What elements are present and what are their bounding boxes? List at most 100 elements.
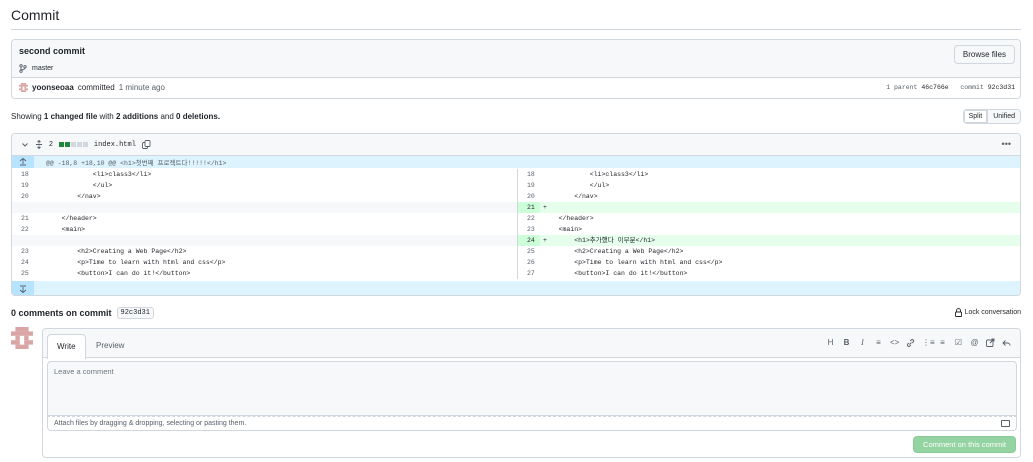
diff-row: 19 </ul> 19 </ul>: [12, 180, 1020, 191]
diff-row: 20 </nav> 20 </nav>: [12, 191, 1020, 202]
code-icon[interactable]: <>: [890, 338, 899, 348]
change-count: 2: [49, 141, 53, 148]
attach-files-bar[interactable]: Attach files by dragging & dropping, sel…: [47, 416, 1017, 431]
author-avatar[interactable]: [19, 83, 28, 92]
diff-row: 21 +: [12, 202, 1020, 213]
expand-down-icon: [19, 285, 27, 294]
user-avatar[interactable]: [11, 327, 33, 349]
diff-file: 2 index.html ••• @@ -18,8 +18,10 @@ <h1>…: [11, 133, 1021, 296]
expand-up-button[interactable]: [12, 156, 34, 168]
hunk-header: @@ -18,8 +18,10 @@ <h1>첫번째 프로젝트다!!!!!</h…: [12, 156, 1020, 168]
left-line-code: <main>: [46, 226, 86, 233]
summary-prefix: Showing: [11, 112, 42, 121]
tab-write[interactable]: Write: [47, 334, 86, 359]
diff-row: 24 + <h1>추가했다 이부분</h1>: [12, 235, 1020, 246]
hunk-footer: [12, 281, 1020, 295]
diff-row: 24 <p>Time to learn with html and css</p…: [12, 257, 1020, 268]
right-line-number[interactable]: 18: [518, 169, 540, 180]
right-line-number[interactable]: 26: [518, 257, 540, 268]
italic-icon[interactable]: I: [858, 338, 867, 348]
unified-view-button[interactable]: Unified: [988, 110, 1020, 123]
diff-right-line: 21 +: [517, 202, 1020, 213]
right-line-number[interactable]: 19: [518, 180, 540, 191]
left-line-number[interactable]: [12, 235, 34, 246]
link-icon[interactable]: [906, 338, 915, 348]
attach-files-hint: Attach files by dragging & dropping, sel…: [54, 420, 247, 427]
comment-commit-sha: 92c3d31: [116, 307, 154, 319]
left-line-number[interactable]: [12, 202, 34, 213]
task-list-icon[interactable]: ☑: [954, 338, 963, 348]
right-line-code: + <h1>추가했다 이부분</h1>: [543, 237, 656, 244]
comment-form-header: Write Preview H B I ≡ <> ⋮≡ ≡ ☑ @: [43, 329, 1020, 359]
right-line-number[interactable]: 21: [518, 202, 540, 213]
expand-all-icon[interactable]: [35, 140, 43, 149]
tab-preview[interactable]: Preview: [87, 334, 133, 359]
deletions-count: 0 deletions.: [176, 112, 221, 121]
right-line-code: <p>Time to learn with html and css</p>: [543, 259, 723, 266]
left-line-number[interactable]: 22: [12, 224, 34, 235]
diff-summary: Showing 1 changed file with 2 additions …: [11, 112, 220, 121]
unordered-list-icon[interactable]: ⋮≡: [922, 338, 935, 348]
diff-left-line: 22 <main>: [12, 224, 517, 235]
diff-right-line: 23 <main>: [517, 224, 1020, 235]
copy-icon[interactable]: [141, 140, 151, 149]
commit-box: second commit master Browse files yoonse…: [11, 39, 1021, 99]
reply-icon[interactable]: [1002, 338, 1011, 348]
commit-action: committed: [77, 83, 115, 92]
branch-name: master: [32, 65, 54, 72]
file-name[interactable]: index.html: [94, 141, 136, 149]
expand-down-button[interactable]: [12, 281, 34, 295]
right-line-number[interactable]: 22: [518, 213, 540, 224]
left-line-number[interactable]: 24: [12, 257, 34, 268]
diff-left-line: 18 <li>class3</li>: [12, 169, 517, 180]
diff-left-line: [12, 235, 517, 246]
markdown-icon[interactable]: [1001, 420, 1010, 427]
quote-icon[interactable]: ≡: [874, 338, 883, 348]
diff-left-line: 25 <button>I can do it!</button>: [12, 268, 517, 279]
kebab-menu-icon[interactable]: •••: [1002, 139, 1011, 149]
comment-input[interactable]: Leave a comment: [47, 361, 1017, 416]
diff-right-line: 26 <p>Time to learn with html and css</p…: [517, 257, 1020, 268]
left-line-number[interactable]: 20: [12, 191, 34, 202]
ordered-list-icon[interactable]: ≡: [938, 338, 947, 348]
chevron-down-icon[interactable]: [21, 141, 29, 149]
right-line-number[interactable]: 23: [518, 224, 540, 235]
parent-sha-link[interactable]: 46c766e: [921, 84, 948, 91]
right-line-number[interactable]: 24: [518, 235, 540, 246]
diff-right-line: 25 <h2>Creating a Web Page</h2>: [517, 246, 1020, 257]
parent-count: 1 parent: [886, 84, 918, 91]
right-line-number[interactable]: 25: [518, 246, 540, 257]
right-line-number[interactable]: 27: [518, 268, 540, 279]
diff-right-line: 24 + <h1>추가했다 이부분</h1>: [517, 235, 1020, 246]
reference-icon[interactable]: [986, 338, 995, 348]
left-line-code: </ul>: [46, 182, 113, 189]
comment-form: Write Preview H B I ≡ <> ⋮≡ ≡ ☑ @ Leave …: [42, 328, 1021, 458]
expand-up-icon: [19, 157, 27, 166]
comment-submit-button[interactable]: Comment on this commit: [913, 436, 1016, 453]
diff-row: 21 </header> 22 </header>: [12, 213, 1020, 224]
left-line-number[interactable]: 25: [12, 268, 34, 279]
mention-icon[interactable]: @: [970, 338, 979, 348]
heading-icon[interactable]: H: [826, 338, 835, 348]
diff-left-line: 24 <p>Time to learn with html and css</p…: [12, 257, 517, 268]
right-line-number[interactable]: 20: [518, 191, 540, 202]
author-name[interactable]: yoonseoaa: [32, 83, 74, 92]
left-line-number[interactable]: 21: [12, 213, 34, 224]
additions-count: 2 additions: [115, 112, 159, 121]
bold-icon[interactable]: B: [842, 338, 851, 348]
changed-files-count[interactable]: 1 changed file: [44, 112, 97, 121]
diff-row: 22 <main> 23 <main>: [12, 224, 1020, 235]
diff-right-line: 18 <li>class3</li>: [517, 169, 1020, 180]
left-line-number[interactable]: 19: [12, 180, 34, 191]
comments-title-text: 0 comments on commit: [11, 308, 112, 318]
left-line-number[interactable]: 18: [12, 169, 34, 180]
lock-conversation-button[interactable]: Lock conversation: [954, 308, 1021, 317]
right-line-code: <li>class3</li>: [543, 171, 649, 178]
commit-label: commit: [960, 84, 984, 91]
diff-left-line: 20 </nav>: [12, 191, 517, 202]
split-view-button[interactable]: Split: [963, 110, 989, 123]
left-line-number[interactable]: 23: [12, 246, 34, 257]
branch-label[interactable]: master: [19, 64, 53, 73]
browse-files-button[interactable]: Browse files: [953, 45, 1015, 64]
commit-time[interactable]: 1 minute ago: [119, 83, 165, 92]
